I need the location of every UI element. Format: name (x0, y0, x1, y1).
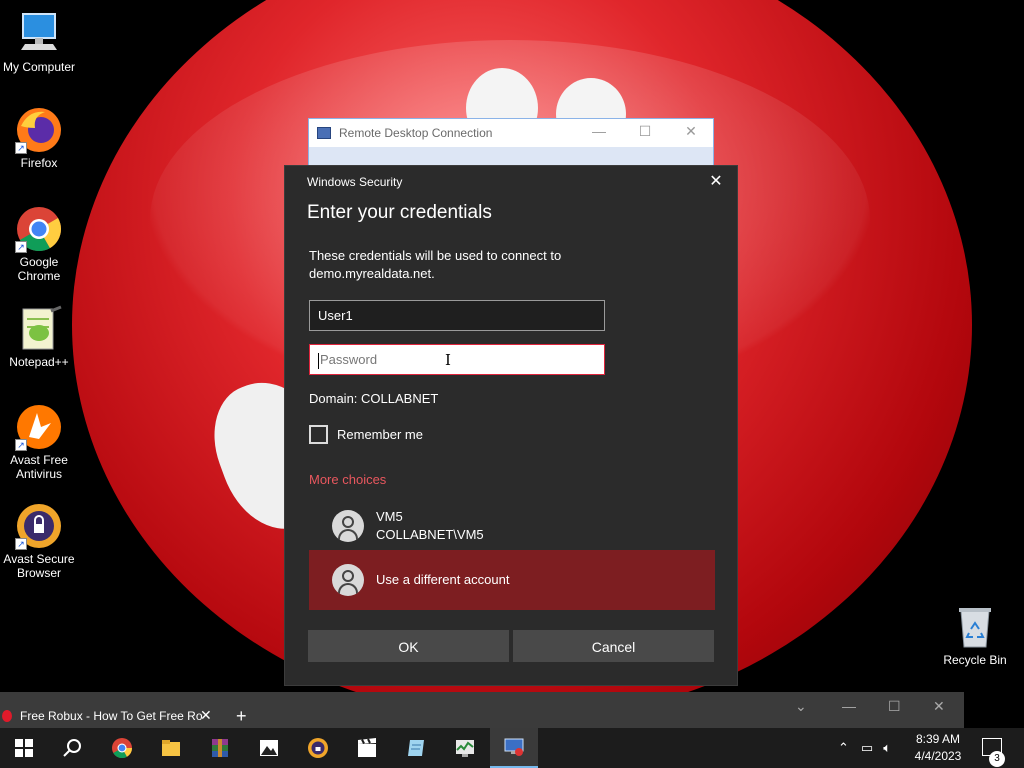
username-field[interactable]: User1 (309, 300, 605, 331)
file-explorer-icon[interactable] (147, 728, 195, 768)
notepad-icon[interactable] (392, 728, 440, 768)
maximize-icon[interactable]: ☐ (888, 698, 901, 715)
media-icon[interactable] (343, 728, 391, 768)
windows-start-icon[interactable] (0, 728, 48, 768)
desktop-icon-label: Firefox (20, 156, 58, 170)
shortcut-arrow-icon: ↗ (15, 241, 27, 253)
desktop-icon-label: Recycle Bin (943, 653, 1007, 667)
remote-desktop-icon (317, 127, 331, 139)
task-manager-icon[interactable] (441, 728, 489, 768)
dialog-heading: Enter your credentials (307, 202, 492, 223)
chevron-down-icon[interactable]: ⌄ (795, 698, 807, 715)
chrome-icon[interactable] (98, 728, 146, 768)
tab-close-icon[interactable]: ✕ (200, 707, 212, 724)
windows-security-dialog: Windows Security ✕ Enter your credential… (284, 165, 738, 686)
firefox-icon: ↗ (15, 106, 63, 154)
system-tray: ⌃ ▭ 🔈︎ (838, 728, 891, 768)
more-choices-link[interactable]: More choices (309, 472, 386, 487)
browser-tab[interactable]: Free Robux - How To Get Free Ro ✕ (0, 704, 220, 728)
text-cursor-icon: I (445, 351, 451, 369)
photos-icon[interactable] (245, 728, 293, 768)
close-icon[interactable]: ✕ (705, 172, 727, 194)
desktop-icon-label: My Computer (2, 60, 76, 74)
maximize-icon[interactable]: ☐ (635, 123, 655, 141)
shortcut-arrow-icon: ↗ (15, 439, 27, 451)
cancel-button[interactable]: Cancel (513, 630, 714, 662)
shortcut-arrow-icon: ↗ (15, 538, 27, 550)
account-option-vm5[interactable]: VM5 COLLABNET\VM5 (309, 500, 715, 552)
close-icon[interactable]: ✕ (933, 698, 945, 715)
monitor-icon (15, 10, 63, 58)
user-avatar-icon (332, 510, 364, 542)
domain-label: Domain: COLLABNET (309, 391, 439, 406)
new-tab-icon[interactable]: + (236, 706, 247, 727)
remember-me-label: Remember me (337, 427, 423, 442)
browser-tab-strip: Free Robux - How To Get Free Ro ✕ + ⌄ — … (0, 692, 964, 728)
desktop-icon-chrome[interactable]: ↗ Google Chrome (1, 205, 77, 283)
search-icon[interactable] (48, 728, 96, 768)
text-caret (318, 352, 319, 369)
account-option-different[interactable]: Use a different account (309, 550, 715, 610)
account-name: Use a different account (376, 572, 510, 587)
minimize-icon[interactable]: — (842, 698, 856, 714)
desktop-icon-firefox[interactable]: ↗ Firefox (1, 106, 77, 170)
avast-browser-icon[interactable] (294, 728, 342, 768)
close-icon[interactable]: ✕ (681, 123, 701, 141)
ok-button[interactable]: OK (308, 630, 509, 662)
desktop-icon-label: Google Chrome (17, 255, 61, 283)
notepadpp-icon (15, 305, 63, 353)
desktop-icon-avast-antivirus[interactable]: ↗ Avast Free Antivirus (1, 403, 77, 481)
browser-tab-title: Free Robux - How To Get Free Ro (20, 709, 203, 723)
clock-date: 4/4/2023 (914, 749, 962, 763)
avast-icon: ↗ (15, 403, 63, 451)
opera-icon (2, 710, 12, 722)
desktop-icon-label: Avast Secure Browser (3, 552, 75, 580)
remote-desktop-window[interactable]: Remote Desktop Connection — ☐ ✕ (308, 118, 714, 169)
shortcut-arrow-icon: ↗ (15, 142, 27, 154)
desktop-icon-recycle-bin[interactable]: Recycle Bin (937, 603, 1013, 667)
chrome-icon: ↗ (15, 205, 63, 253)
avast-browser-icon: ↗ (15, 502, 63, 550)
volume-icon[interactable]: 🔈︎ (883, 740, 891, 756)
remember-me-checkbox[interactable]: Remember me (309, 425, 423, 444)
network-icon[interactable]: ▭ (861, 740, 873, 756)
recycle-bin-icon (951, 603, 999, 651)
checkbox-icon[interactable] (309, 425, 328, 444)
desktop-icon-avast-browser[interactable]: ↗ Avast Secure Browser (1, 502, 77, 580)
dialog-caption: Windows Security (307, 175, 403, 189)
password-placeholder: Password (320, 352, 378, 367)
account-name: VM5 (376, 509, 403, 524)
desktop-icon-notepadpp[interactable]: Notepad++ (1, 305, 77, 369)
clock-time: 8:39 AM (915, 732, 961, 746)
remote-desktop-icon[interactable] (490, 728, 538, 768)
dialog-description: These credentials will be used to connec… (309, 248, 562, 281)
desktop-icon-label: Notepad++ (9, 355, 69, 369)
winrar-icon[interactable] (196, 728, 244, 768)
password-field[interactable]: Password (309, 344, 605, 375)
notification-count-badge: 3 (989, 751, 1005, 767)
desktop-icon-label: Avast Free Antivirus (10, 453, 68, 481)
desktop-icon-my-computer[interactable]: My Computer (1, 10, 77, 74)
account-detail: COLLABNET\VM5 (376, 527, 484, 542)
taskbar: ⌃ ▭ 🔈︎ 8:39 AM 4/4/2023 3 (0, 728, 1024, 768)
chevron-up-icon[interactable]: ⌃ (838, 740, 849, 756)
minimize-icon[interactable]: — (589, 123, 609, 141)
taskbar-clock[interactable]: 8:39 AM 4/4/2023 (902, 731, 974, 765)
rdc-title: Remote Desktop Connection (339, 126, 493, 140)
user-avatar-icon (332, 564, 364, 596)
